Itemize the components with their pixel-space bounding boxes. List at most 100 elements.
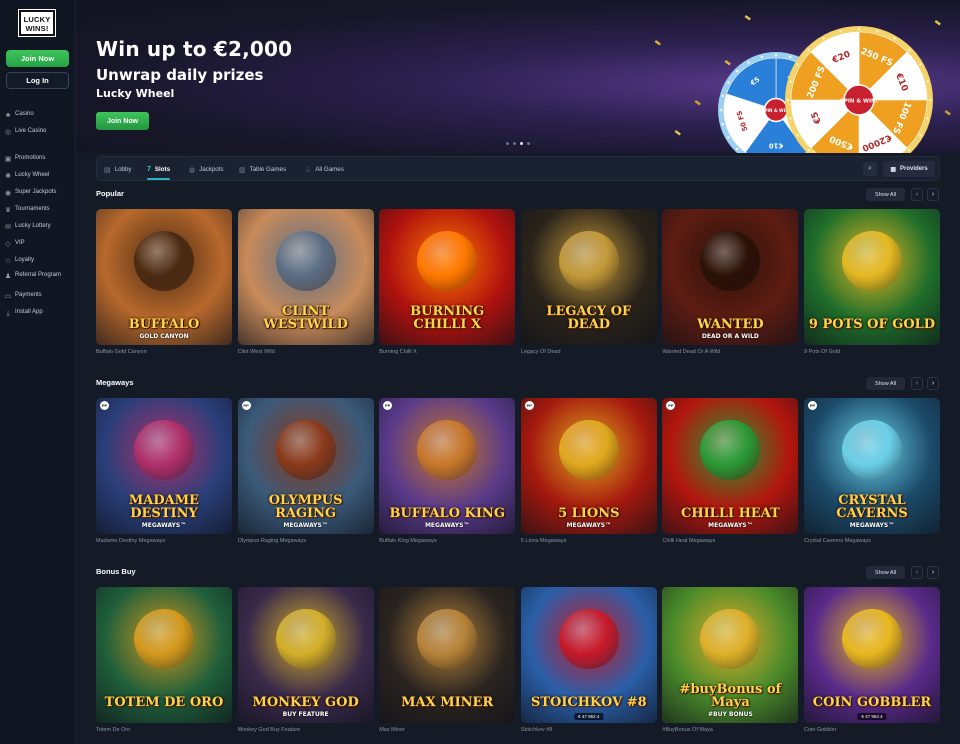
tab-jackpots[interactable]: ◍ Jackpots — [189, 157, 224, 182]
game-card[interactable]: BUFFALO GOLD CANYON Buffalo Gold Canyon — [96, 209, 232, 355]
game-art-subtitle: MEGAWAYS™ — [141, 522, 187, 529]
game-row: PP MADAME DESTINY MEGAWAYS™ Madame Destiny … — [96, 398, 940, 548]
sidebar-item-install-app[interactable]: ⤓ Install App — [4, 309, 74, 317]
sidebar-item-label: Casino — [15, 111, 34, 117]
sidebar-item-live-casino[interactable]: ◎ Live Casino — [4, 128, 74, 136]
game-card[interactable]: 9 POTS OF GOLD 9 Pots Of Gold — [804, 209, 940, 355]
brand-logo[interactable]: LUCKY WINS! — [19, 10, 55, 36]
game-card[interactable]: MAX MINER Max Miner — [379, 587, 516, 733]
tab-table-games[interactable]: ▥ Table Games — [239, 157, 286, 182]
game-name[interactable]: Legacy Of Dead — [521, 349, 657, 355]
log-in-button[interactable]: Log In — [6, 72, 69, 89]
game-card[interactable]: COIN GOBBLER € 47 952.4 Coin Gobbler — [804, 587, 940, 733]
game-art-title: WANTED — [697, 317, 764, 332]
game-card[interactable]: TOTEM DE ORO Totem De Oro — [96, 587, 232, 733]
sidebar-item-promotions[interactable]: ▣ Promotions — [4, 155, 74, 163]
game-name[interactable]: Buffalo Gold Canyon — [96, 349, 232, 355]
tab-slots[interactable]: 7 Slots — [147, 157, 171, 182]
game-row: TOTEM DE ORO Totem De Oro MONKEY GOD BUY FE… — [96, 587, 940, 737]
game-name[interactable]: Max Miner — [379, 727, 515, 733]
game-name[interactable]: Burning Chilli X — [379, 349, 515, 355]
game-thumbnail[interactable]: PP OLYMPUS RAGING MEGAWAYS™ — [237, 398, 374, 534]
sidebar-item-loyalty[interactable]: ☆ Loyalty — [4, 257, 74, 265]
game-thumbnail[interactable]: CLINT WESTWILD — [237, 209, 374, 345]
jackpot-icon: ◍ — [189, 166, 196, 174]
tab-lobby[interactable]: ▤ Lobby — [104, 157, 131, 182]
game-card[interactable]: PP BUFFALO KING MEGAWAYS™ Buffalo King Mega… — [379, 398, 516, 544]
game-card[interactable]: PP 5 LIONS MEGAWAYS™ 5 Lions Megaways — [520, 398, 657, 544]
join-now-button[interactable]: Join Now — [6, 50, 69, 67]
sidebar-item-super-jackpots[interactable]: ◉ Super Jackpots — [4, 189, 74, 197]
game-art-title: CLINT WESTWILD — [263, 304, 348, 332]
game-card[interactable]: PP CHILLI HEAT MEGAWAYS™ Chilli Heat Megawa… — [662, 398, 799, 544]
game-name[interactable]: Olympus Raging Megaways — [238, 538, 374, 544]
carousel-dot[interactable] — [520, 142, 523, 145]
sidebar-item-casino[interactable]: ♣ Casino — [4, 111, 74, 119]
sidebar-item-lucky-lottery[interactable]: ✉ Lucky Lottery — [4, 223, 74, 231]
game-thumbnail[interactable]: LEGACY OF DEAD — [520, 209, 657, 345]
game-card[interactable]: WANTED DEAD OR A WILD Wanted Dead Or A Wil… — [662, 209, 799, 355]
game-thumbnail[interactable]: PP MADAME DESTINY MEGAWAYS™ — [96, 398, 232, 534]
game-thumbnail[interactable]: PP 5 LIONS MEGAWAYS™ — [520, 398, 657, 534]
game-thumbnail[interactable]: TOTEM DE ORO — [96, 587, 232, 723]
game-card[interactable]: CLINT WESTWILD Clint West Wild — [237, 209, 374, 355]
game-card[interactable]: LEGACY OF DEAD Legacy Of Dead — [520, 209, 657, 355]
game-name[interactable]: Crystal Caverns Megaways — [804, 538, 940, 544]
game-name[interactable]: 5 Lions Megaways — [521, 538, 657, 544]
search-button[interactable]: ⌕ — [863, 162, 877, 176]
game-name[interactable]: Chilli Heat Megaways — [662, 538, 798, 544]
game-name[interactable]: Wanted Dead Or A Wild — [662, 349, 798, 355]
carousel-dot[interactable] — [513, 142, 516, 145]
chevron-right-icon[interactable]: › — [927, 566, 939, 579]
sidebar-item-lucky-wheel[interactable]: ✺ Lucky Wheel — [4, 172, 74, 180]
game-name[interactable]: 9 Pots Of Gold — [804, 349, 940, 355]
sidebar-item-tournaments[interactable]: ♛ Tournaments — [4, 206, 74, 214]
game-name[interactable]: Stoichkov #8 — [521, 727, 657, 733]
chevron-right-icon[interactable]: › — [927, 188, 939, 201]
game-name[interactable]: Monkey God Buy Feature — [238, 727, 374, 733]
sidebar-item-referral-program[interactable]: ♟ Referral Program — [4, 272, 74, 280]
hero-banner[interactable]: Win up to €2,000 Unwrap daily prizes Luc… — [76, 0, 960, 153]
providers-button[interactable]: ▦ Providers — [883, 161, 935, 177]
carousel-dots[interactable] — [506, 142, 530, 145]
game-thumbnail[interactable]: #buyBonus of Maya #BUY BONUS — [662, 587, 799, 723]
chevron-left-icon[interactable]: ‹ — [911, 377, 923, 390]
show-all-button[interactable]: Show All — [866, 377, 905, 390]
game-name[interactable]: Buffalo King Megaways — [379, 538, 515, 544]
carousel-dot[interactable] — [506, 142, 509, 145]
show-all-button[interactable]: Show All — [866, 566, 905, 579]
game-thumbnail[interactable]: PP CRYSTAL CAVERNS MEGAWAYS™ — [804, 398, 940, 534]
game-thumbnail[interactable]: WANTED DEAD OR A WILD — [662, 209, 799, 345]
game-thumbnail[interactable]: PP CHILLI HEAT MEGAWAYS™ — [662, 398, 799, 534]
game-thumbnail[interactable]: STOICHKOV #8 € 47 952.4 — [520, 587, 657, 723]
game-name[interactable]: Coin Gobbler — [804, 727, 940, 733]
show-all-button[interactable]: Show All — [866, 188, 905, 201]
game-name[interactable]: #BuyBonus Of Maya — [662, 727, 798, 733]
hero-join-button[interactable]: Join Now — [96, 112, 149, 130]
game-thumbnail[interactable]: BUFFALO GOLD CANYON — [96, 209, 232, 345]
game-card[interactable]: #buyBonus of Maya #BUY BONUS #BuyBonus Of … — [662, 587, 799, 733]
game-name[interactable]: Totem De Oro — [96, 727, 232, 733]
game-card[interactable]: PP CRYSTAL CAVERNS MEGAWAYS™ Crystal Cavern… — [804, 398, 940, 544]
game-card[interactable]: PP MADAME DESTINY MEGAWAYS™ Madame Destiny … — [96, 398, 232, 544]
game-name[interactable]: Clint West Wild — [238, 349, 374, 355]
sidebar-item-payments[interactable]: ▭ Payments — [4, 292, 74, 300]
game-thumbnail[interactable]: PP BUFFALO KING MEGAWAYS™ — [379, 398, 516, 534]
sidebar-item-vip[interactable]: ◇ VIP — [4, 240, 74, 248]
game-card[interactable]: BURNING CHILLI X Burning Chilli X — [379, 209, 516, 355]
chevron-right-icon[interactable]: › — [927, 377, 939, 390]
carousel-dot[interactable] — [527, 142, 530, 145]
game-thumbnail[interactable]: MONKEY GOD BUY FEATURE — [237, 587, 374, 723]
game-art-title: CHILLI HEAT — [680, 506, 780, 521]
tab-all-games[interactable]: ♤ All Games — [305, 157, 344, 182]
game-card[interactable]: MONKEY GOD BUY FEATURE Monkey God Buy Feat… — [237, 587, 374, 733]
chevron-left-icon[interactable]: ‹ — [911, 188, 923, 201]
game-name[interactable]: Madame Destiny Megaways — [96, 538, 232, 544]
game-card[interactable]: STOICHKOV #8 € 47 952.4 Stoichkov #8 — [520, 587, 657, 733]
game-thumbnail[interactable]: 9 POTS OF GOLD — [804, 209, 940, 345]
chevron-left-icon[interactable]: ‹ — [911, 566, 923, 579]
game-thumbnail[interactable]: BURNING CHILLI X — [379, 209, 516, 345]
game-thumbnail[interactable]: MAX MINER — [379, 587, 516, 723]
game-card[interactable]: PP OLYMPUS RAGING MEGAWAYS™ Olympus Raging … — [237, 398, 374, 544]
game-thumbnail[interactable]: COIN GOBBLER € 47 952.4 — [804, 587, 940, 723]
